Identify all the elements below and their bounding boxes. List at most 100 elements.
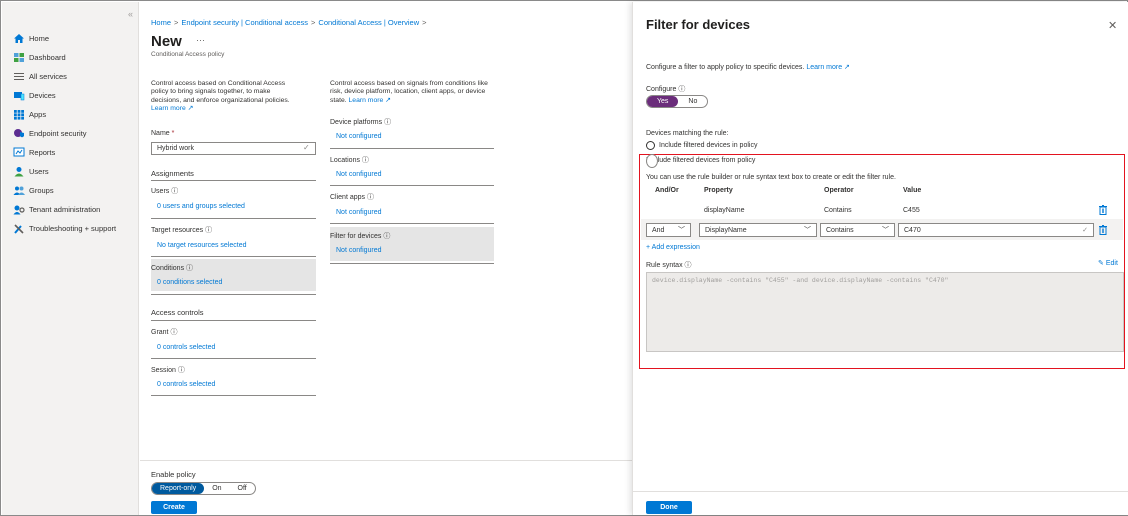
users-icon [13,166,25,177]
locations-value-link[interactable]: Not configured [336,171,382,178]
column-header-property: Property [704,187,733,194]
edit-rule-button[interactable]: ✎ Edit [1098,259,1118,267]
divider [151,180,316,181]
grant-value-link[interactable]: 0 controls selected [157,344,215,351]
devices-matching-label: Devices matching the rule: [646,130,729,137]
sidebar-item-label: Home [29,33,50,43]
footer-divider [140,460,632,461]
sidebar-item-label: Endpoint security [29,128,87,138]
breadcrumb-separator: > [174,18,179,27]
locations-label: Locations ⓘ [330,157,369,164]
sidebar-item-users[interactable]: Users [13,164,49,178]
filter-for-devices-value-link[interactable]: Not configured [336,247,382,254]
sidebar-item-devices[interactable]: Devices [13,88,56,102]
enable-policy-toggle[interactable]: Report-only On Off [151,482,256,495]
client-apps-value-link[interactable]: Not configured [336,209,382,216]
configure-no-option[interactable]: No [678,96,707,107]
sidebar-item-label: Users [29,166,49,176]
row2-value-text: C470 [904,226,921,234]
collapse-sidebar-icon[interactable]: « [128,9,133,19]
device-platforms-value-link[interactable]: Not configured [336,133,382,140]
info-icon: ⓘ [384,119,392,126]
column-header-operator: Operator [824,187,854,194]
window-frame: « Home Dashboard All services Devices Ap… [0,0,1128,516]
add-expression-link[interactable]: + Add expression [646,244,700,251]
users-value-link[interactable]: 0 users and groups selected [157,203,245,210]
report-only-option[interactable]: Report-only [152,483,205,494]
done-button[interactable]: Done [646,501,692,514]
create-button[interactable]: Create [151,501,197,514]
learn-more-link[interactable]: Learn more [806,64,842,71]
target-resources-value-link[interactable]: No target resources selected [157,242,247,249]
enable-policy-label: Enable policy [151,470,196,479]
sidebar-item-groups[interactable]: Groups [13,183,54,197]
sidebar-item-all-services[interactable]: All services [13,69,67,83]
on-option[interactable]: On [204,483,229,494]
sidebar-item-home[interactable]: Home [13,31,49,45]
chevron-down-icon: ﹀ [882,227,889,234]
access-controls-heading: Access controls [151,308,204,317]
breadcrumb-separator: > [311,18,316,27]
valid-check-icon: ✓ [1082,227,1088,234]
sidebar-item-apps[interactable]: Apps [13,107,46,121]
conditions-value-link[interactable]: 0 conditions selected [157,279,222,286]
configure-yes-option[interactable]: Yes [647,96,679,107]
sidebar-item-label: Groups [29,185,54,195]
divider [330,263,494,264]
sidebar-item-endpoint-security[interactable]: Endpoint security [13,126,87,140]
client-apps-label: Client apps ⓘ [330,194,374,201]
sidebar-item-label: Dashboard [29,52,66,62]
conditions-label: Conditions ⓘ [151,265,194,272]
sidebar-item-tenant-administration[interactable]: Tenant administration [13,202,100,216]
left-description: Control access based on Conditional Acce… [151,80,299,113]
external-link-icon: ↗ [842,64,850,71]
breadcrumb-home[interactable]: Home [151,18,171,27]
row1-operator: Contains [824,207,852,214]
breadcrumb-ca-overview[interactable]: Conditional Access | Overview [318,18,419,27]
info-icon: ⓘ [170,329,178,336]
divider [151,218,316,219]
row2-value-input[interactable]: C470 ✓ [898,223,1094,237]
sidebar-item-label: Tenant administration [29,204,101,214]
divider [151,320,316,321]
sidebar-item-troubleshooting[interactable]: Troubleshooting + support [13,221,116,235]
row2-operator-select[interactable]: Contains ﹀ [820,223,895,237]
delete-row2-icon[interactable] [1099,225,1107,237]
sidebar: « Home Dashboard All services Devices Ap… [2,2,139,515]
radio-unselected-icon [646,141,655,150]
more-options-button[interactable]: ··· [196,35,205,45]
divider [330,223,494,224]
breadcrumb-endpoint-security[interactable]: Endpoint security | Conditional access [181,18,308,27]
tenant-admin-icon [13,204,25,215]
policy-blade: Home > Endpoint security | Conditional acc… [140,2,632,515]
valid-check-icon: ✓ [303,143,310,152]
divider [151,256,316,257]
session-value-link[interactable]: 0 controls selected [157,381,215,388]
close-icon[interactable]: ✕ [1108,19,1117,32]
dashboard-icon [13,52,25,63]
sidebar-item-reports[interactable]: Reports [13,145,55,159]
delete-row1-icon[interactable] [1099,205,1107,217]
name-input[interactable]: Hybrid work [151,142,316,155]
left-description-text: Control access based on Conditional Acce… [151,80,290,104]
learn-more-link[interactable]: Learn more [151,105,186,112]
assignments-heading: Assignments [151,169,194,178]
divider [330,148,494,149]
divider [151,395,316,396]
row2-andor-select[interactable]: And ﹀ [646,223,691,237]
configure-toggle[interactable]: Yes No [646,95,709,108]
row2-property-select[interactable]: DisplayName ﹀ [699,223,817,237]
radio-selected-icon [646,153,658,168]
column-header-andor: And/Or [655,187,679,194]
exclude-radio[interactable]: Exclude filtered devices from policy [646,153,755,168]
panel-footer-divider [633,491,1128,492]
learn-more-link[interactable]: Learn more [349,97,384,104]
configure-label: Configure ⓘ [646,86,686,93]
info-icon: ⓘ [678,86,686,93]
include-radio[interactable]: Include filtered devices in policy [646,141,757,150]
divider [151,294,316,295]
info-icon: ⓘ [366,194,374,201]
reports-icon [13,147,25,158]
sidebar-item-dashboard[interactable]: Dashboard [13,50,66,64]
off-option[interactable]: Off [230,483,255,494]
